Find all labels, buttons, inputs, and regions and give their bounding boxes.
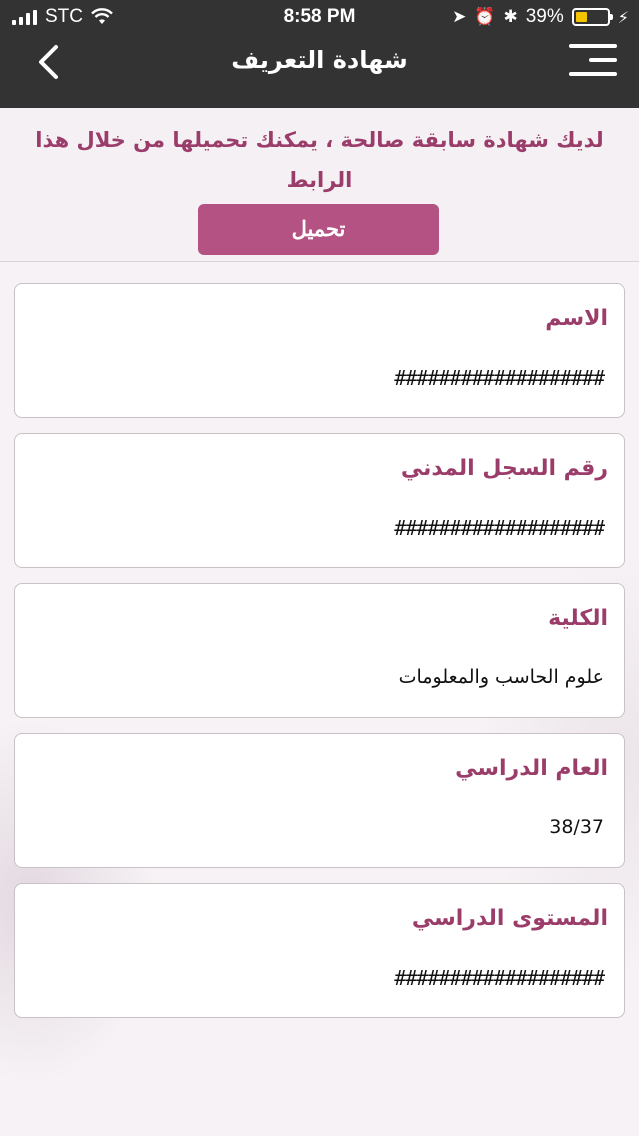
field-card-name: الاسم ################### — [14, 283, 625, 418]
certificate-fields: الاسم ################### رقم السجل المد… — [14, 283, 625, 1033]
field-card-academic-year: العام الدراسي 38/37 — [14, 733, 625, 868]
status-bar: STC 8:58 PM ➤ ⏰ ✱ 39% ⚡ — [0, 0, 639, 36]
field-value: ################### — [394, 366, 605, 390]
status-right: ➤ ⏰ ✱ 39% ⚡ — [452, 6, 629, 28]
field-value: ################### — [394, 966, 605, 990]
battery-icon — [571, 8, 613, 26]
field-value: علوم الحاسب والمعلومات — [398, 666, 604, 688]
top-bar: STC 8:58 PM ➤ ⏰ ✱ 39% ⚡ شهادة التعريف — [0, 0, 639, 108]
location-icon: ➤ — [452, 7, 467, 27]
field-label: المستوى الدراسي — [411, 906, 608, 931]
field-label: رقم السجل المدني — [400, 456, 608, 481]
field-value: 38/37 — [549, 816, 604, 838]
previous-certificate-notice: لديك شهادة سابقة صالحة ، يمكنك تحميلها م… — [0, 108, 639, 262]
menu-icon[interactable] — [567, 42, 617, 78]
bluetooth-icon: ✱ — [503, 7, 518, 27]
download-button[interactable]: تحميل — [198, 204, 439, 255]
charging-icon: ⚡ — [617, 7, 629, 27]
nav-bar: شهادة التعريف — [0, 36, 639, 108]
alarm-icon: ⏰ — [474, 7, 496, 27]
battery-percent: 39% — [525, 6, 564, 27]
field-value: ################### — [394, 516, 605, 540]
field-label: العام الدراسي — [455, 756, 608, 781]
field-card-academic-level: المستوى الدراسي ################### — [14, 883, 625, 1018]
page-title: شهادة التعريف — [231, 46, 408, 74]
field-card-national-id: رقم السجل المدني ################### — [14, 433, 625, 568]
field-label: الاسم — [545, 306, 608, 331]
notice-text: لديك شهادة سابقة صالحة ، يمكنك تحميلها م… — [35, 128, 604, 192]
field-label: الكلية — [548, 606, 608, 631]
field-card-college: الكلية علوم الحاسب والمعلومات — [14, 583, 625, 718]
